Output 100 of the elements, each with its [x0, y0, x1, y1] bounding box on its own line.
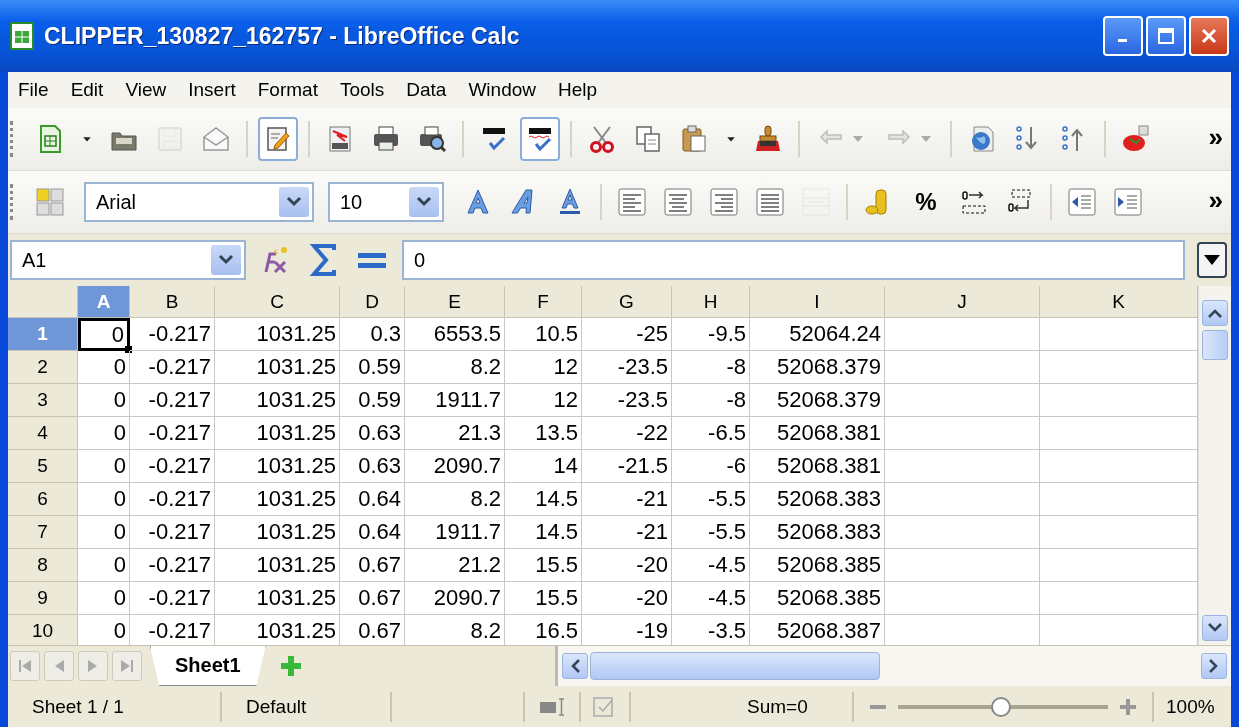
vertical-scroll-thumb[interactable]: [1202, 330, 1228, 360]
table-cell[interactable]: 52068.385: [750, 549, 885, 582]
first-icon[interactable]: [18, 658, 32, 674]
last-icon[interactable]: [120, 658, 134, 674]
table-cell[interactable]: 0.3: [340, 318, 405, 351]
table-cell[interactable]: 1031.25: [215, 417, 340, 450]
table-cell[interactable]: 0: [78, 582, 130, 615]
table-cell[interactable]: 52068.379: [750, 351, 885, 384]
table-cell[interactable]: [885, 483, 1040, 516]
formula-input[interactable]: 0: [402, 240, 1185, 280]
menu-item[interactable]: Tools: [339, 79, 385, 101]
toolbar-overflow-button[interactable]: »: [1208, 121, 1231, 157]
insert-mode-icon[interactable]: [539, 696, 565, 717]
column-header[interactable]: E: [405, 286, 505, 318]
table-cell[interactable]: 0.63: [340, 450, 405, 483]
table-cell[interactable]: 1031.25: [215, 318, 340, 351]
table-cell[interactable]: 1031.25: [215, 450, 340, 483]
menu-item[interactable]: Window: [468, 79, 536, 101]
menu-item[interactable]: Data: [406, 79, 447, 101]
minimize-button[interactable]: [1103, 16, 1143, 56]
table-cell[interactable]: 15.5: [505, 582, 582, 615]
table-cell[interactable]: -4.5: [672, 549, 750, 582]
table-cell[interactable]: 0.63: [340, 417, 405, 450]
column-header[interactable]: J: [885, 286, 1040, 318]
table-cell[interactable]: 52068.385: [750, 582, 885, 615]
table-cell[interactable]: 14.5: [505, 516, 582, 549]
table-cell[interactable]: 0: [78, 450, 130, 483]
table-cell[interactable]: 13.5: [505, 417, 582, 450]
table-cell[interactable]: 12: [505, 351, 582, 384]
expand-formula-button[interactable]: [1197, 242, 1227, 278]
column-header[interactable]: H: [672, 286, 750, 318]
table-cell[interactable]: -22: [582, 417, 672, 450]
table-cell[interactable]: 0: [78, 351, 130, 384]
table-cell[interactable]: 0.64: [340, 516, 405, 549]
scroll-right-button[interactable]: [1201, 653, 1227, 679]
last-sheet-button[interactable]: [112, 651, 142, 681]
table-cell[interactable]: 0.59: [340, 351, 405, 384]
table-cell[interactable]: -0.217: [130, 483, 215, 516]
row-header[interactable]: 8: [8, 549, 78, 582]
table-cell[interactable]: -25: [582, 318, 672, 351]
column-header[interactable]: F: [505, 286, 582, 318]
table-cell[interactable]: -23.5: [582, 384, 672, 417]
table-cell[interactable]: -5.5: [672, 516, 750, 549]
font-size-field[interactable]: 10: [328, 182, 444, 222]
table-cell[interactable]: [885, 582, 1040, 615]
table-cell[interactable]: 0.67: [340, 582, 405, 615]
zoom-slider-thumb[interactable]: [990, 696, 1011, 717]
menu-item[interactable]: View: [125, 79, 167, 101]
chevron-down-icon[interactable]: [1208, 623, 1222, 633]
triangle-down-icon[interactable]: [1204, 255, 1220, 265]
table-cell[interactable]: [885, 516, 1040, 549]
table-cell[interactable]: 0.59: [340, 384, 405, 417]
table-cell[interactable]: 2090.7: [405, 450, 505, 483]
table-cell[interactable]: 12: [505, 384, 582, 417]
scroll-left-button[interactable]: [562, 653, 588, 679]
table-cell[interactable]: 52068.383: [750, 516, 885, 549]
table-cell[interactable]: -20: [582, 549, 672, 582]
row-header[interactable]: 4: [8, 417, 78, 450]
table-cell[interactable]: 2090.7: [405, 582, 505, 615]
first-sheet-button[interactable]: [10, 651, 40, 681]
table-cell[interactable]: 0.64: [340, 483, 405, 516]
table-cell[interactable]: -0.217: [130, 516, 215, 549]
sheet-tab[interactable]: Sheet1: [150, 646, 266, 686]
table-cell[interactable]: 0: [78, 417, 130, 450]
name-box[interactable]: A1: [10, 240, 246, 280]
minus-icon[interactable]: [870, 704, 886, 709]
row-header[interactable]: 10: [8, 615, 78, 645]
table-cell[interactable]: -0.217: [130, 417, 215, 450]
table-cell[interactable]: 8.2: [405, 483, 505, 516]
table-cell[interactable]: 1031.25: [215, 351, 340, 384]
table-cell[interactable]: -21: [582, 483, 672, 516]
maximize-icon[interactable]: [1157, 27, 1175, 45]
table-cell[interactable]: [885, 417, 1040, 450]
table-cell[interactable]: 10.5: [505, 318, 582, 351]
menu-item[interactable]: Format: [257, 79, 318, 101]
table-cell[interactable]: -0.217: [130, 549, 215, 582]
active-cell[interactable]: 0: [78, 318, 130, 351]
table-cell[interactable]: -6.5: [672, 417, 750, 450]
table-cell[interactable]: 0: [78, 549, 130, 582]
table-cell[interactable]: 0: [78, 516, 130, 549]
column-header[interactable]: I: [750, 286, 885, 318]
scroll-down-button[interactable]: [1202, 615, 1228, 641]
table-cell[interactable]: 21.2: [405, 549, 505, 582]
row-header[interactable]: 2: [8, 351, 78, 384]
table-cell[interactable]: -8: [672, 351, 750, 384]
toolbar-overflow-button[interactable]: »: [1208, 184, 1231, 220]
table-cell[interactable]: 1031.25: [215, 582, 340, 615]
table-cell[interactable]: 14.5: [505, 483, 582, 516]
table-cell[interactable]: -8: [672, 384, 750, 417]
row-header[interactable]: 5: [8, 450, 78, 483]
table-cell[interactable]: -21.5: [582, 450, 672, 483]
triangle-left-icon[interactable]: [53, 658, 65, 674]
table-cell[interactable]: 1031.25: [215, 516, 340, 549]
table-cell[interactable]: 1911.7: [405, 516, 505, 549]
table-cell[interactable]: -23.5: [582, 351, 672, 384]
horizontal-scroll-thumb[interactable]: [590, 652, 880, 680]
table-cell[interactable]: -0.217: [130, 318, 215, 351]
maximize-button[interactable]: [1146, 16, 1186, 56]
table-cell[interactable]: 0: [78, 384, 130, 417]
table-cell[interactable]: 0.67: [340, 549, 405, 582]
